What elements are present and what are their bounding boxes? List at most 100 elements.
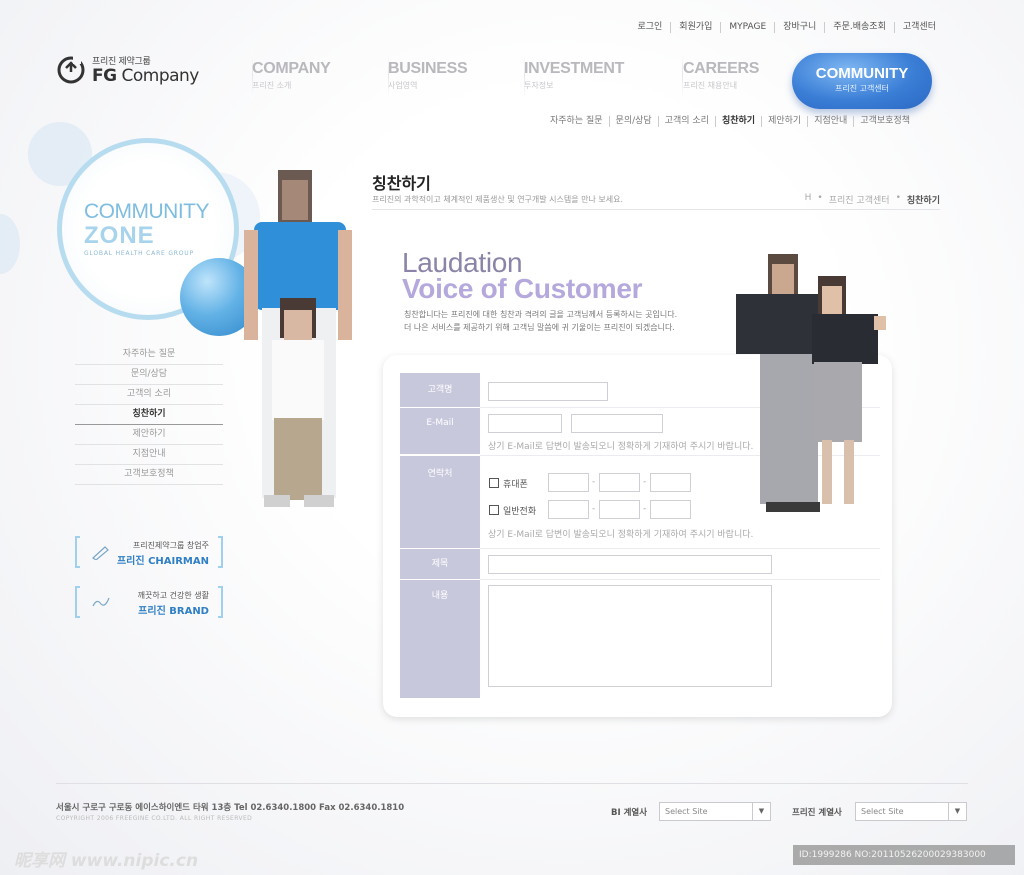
page-title: 칭찬하기 <box>372 174 431 193</box>
footer-address: 서울시 구로구 구로동 에이스하이엔드 타워 13층 Tel 02.6340.1… <box>56 803 405 813</box>
nav-label: INVESTMENT <box>524 60 625 77</box>
nav-label: COMPANY <box>252 60 331 77</box>
row-divider <box>480 548 880 549</box>
nav-sublabel: 프리진 고객센터 <box>834 84 890 93</box>
phone-hint: 상기 E-Mail로 답변이 발송되오니 정확하게 기재하여 주시기 바랍니다. <box>488 530 754 540</box>
phone-checkbox[interactable] <box>489 505 499 515</box>
mobile-checkbox[interactable] <box>489 478 499 488</box>
left-menu-faq[interactable]: 자주하는 질문 <box>75 345 223 365</box>
breadcrumb-item[interactable]: 프리진 고객센터 <box>829 193 890 206</box>
watermark-left: 昵享网 www.nipic.cn <box>14 851 199 871</box>
content-textarea[interactable] <box>488 585 772 687</box>
intro-text: 더 나은 서비스를 제공하기 위해 고객님 말씀에 귀 기울이는 프리진이 되겠… <box>404 323 675 332</box>
banner-line2: 프리진 BRAND <box>138 606 209 617</box>
select-value: Select Site <box>861 807 904 816</box>
subnav-faq[interactable]: 자주하는 질문 <box>544 116 609 127</box>
pen-icon <box>92 546 109 560</box>
mypage-link[interactable]: MYPAGE <box>720 22 774 33</box>
banner-bracket <box>218 586 223 618</box>
zone-title-2: ZONE <box>84 222 155 249</box>
nav-community[interactable]: COMMUNITY 프리진 고객센터 <box>792 53 932 109</box>
business-couple-photo <box>736 254 886 512</box>
dash-separator: - <box>592 504 596 514</box>
label-name: 고객명 <box>400 373 480 407</box>
nav-sublabel: 프리진 채용안내 <box>683 81 738 90</box>
subnav-inquiry[interactable]: 문의/상담 <box>608 116 658 127</box>
sub-navigation: 자주하는 질문 문의/상담 고객의 소리 칭찬하기 제안하기 지점안내 고객보호… <box>544 116 916 127</box>
nav-careers[interactable]: CAREERS 프리진 채용안내 <box>683 60 759 91</box>
select-value: Select Site <box>665 807 708 816</box>
mobile-part2-input[interactable] <box>599 473 640 492</box>
page-description: 프리진의 과학적이고 체계적인 제품생산 및 연구개발 시스템을 만나 보세요. <box>372 195 624 204</box>
subnav-branch[interactable]: 지점안내 <box>807 116 853 127</box>
label-email: E-Mail <box>400 408 480 454</box>
bi-family-select[interactable]: Select Site ▼ <box>659 802 771 821</box>
subnav-privacy[interactable]: 고객보호정책 <box>853 116 916 127</box>
logo-cycle-icon <box>57 55 85 83</box>
brand-banner[interactable]: 깨끗하고 건강한 생활 프리진 BRAND <box>75 586 223 618</box>
freegine-family-select[interactable]: Select Site ▼ <box>855 802 967 821</box>
left-menu-suggest[interactable]: 제안하기 <box>75 425 223 445</box>
left-menu-voice[interactable]: 고객의 소리 <box>75 385 223 405</box>
name-input[interactable] <box>488 382 608 401</box>
breadcrumb-separator: • <box>817 193 823 203</box>
order-tracking-link[interactable]: 주문.배송조회 <box>824 22 894 33</box>
dash-separator: - <box>643 504 647 514</box>
watermark-right: ID:1999286 NO:20110526200029383000 <box>793 845 1015 865</box>
cart-link[interactable]: 장바구니 <box>774 22 824 33</box>
breadcrumb-separator: • <box>895 193 901 203</box>
nav-business[interactable]: BUSINESS 사업영역 <box>388 60 468 91</box>
phone-part3-input[interactable] <box>650 500 691 519</box>
breadcrumb-current: 칭찬하기 <box>906 196 940 206</box>
subnav-suggest[interactable]: 제안하기 <box>761 116 807 127</box>
phone-part2-input[interactable] <box>599 500 640 519</box>
footer-divider <box>56 783 968 784</box>
zone-title: COMMUNITY <box>84 200 210 223</box>
top-utility-menu: 로그인 회원가입 MYPAGE 장바구니 주문.배송조회 고객센터 <box>629 22 944 33</box>
nav-label: BUSINESS <box>388 60 468 77</box>
zone-subtitle: GLOBAL HEALTH CARE GROUP <box>84 250 194 257</box>
nav-sublabel: 투자정보 <box>524 81 554 90</box>
customer-center-link[interactable]: 고객센터 <box>893 22 944 33</box>
mobile-part3-input[interactable] <box>650 473 691 492</box>
banner-bracket <box>75 586 80 618</box>
nav-sublabel: 프리진 소개 <box>252 81 292 90</box>
dash-separator: - <box>592 477 596 487</box>
logo[interactable]: 프리진 제약그룹 FG Company <box>56 54 199 85</box>
row-divider <box>480 579 880 580</box>
left-menu-praise[interactable]: 칭찬하기 <box>75 405 223 425</box>
nav-company[interactable]: COMPANY 프리진 소개 <box>252 60 331 91</box>
join-link[interactable]: 회원가입 <box>670 22 720 33</box>
phone-part1-input[interactable] <box>548 500 589 519</box>
left-menu: 자주하는 질문 문의/상담 고객의 소리 칭찬하기 제안하기 지점안내 고객보호… <box>75 345 223 485</box>
subnav-praise[interactable]: 칭찬하기 <box>714 116 761 127</box>
mobile-label: 휴대폰 <box>503 480 528 490</box>
label-contact: 연락처 <box>400 456 480 548</box>
chairman-banner[interactable]: 프리진제약그룹 창업주 프리진 CHAIRMAN <box>75 536 223 568</box>
mobile-part1-input[interactable] <box>548 473 589 492</box>
nav-sublabel: 사업영역 <box>388 81 418 90</box>
chevron-down-icon: ▼ <box>752 803 770 820</box>
banner-bracket <box>218 536 223 568</box>
label-content: 내용 <box>400 580 480 698</box>
man-and-child-photo <box>244 170 352 507</box>
breadcrumb-home[interactable]: H <box>805 193 812 206</box>
bi-family-label: BI 계열사 <box>611 808 648 818</box>
title-divider <box>372 209 940 210</box>
login-link[interactable]: 로그인 <box>629 22 670 33</box>
banner-line1: 깨끗하고 건강한 생활 <box>137 591 209 600</box>
email-id-input[interactable] <box>488 414 562 433</box>
email-domain-input[interactable] <box>571 414 663 433</box>
left-menu-inquiry[interactable]: 문의/상담 <box>75 365 223 385</box>
left-menu-branch[interactable]: 지점안내 <box>75 445 223 465</box>
breadcrumb: H • 프리진 고객센터 • 칭찬하기 <box>805 193 940 206</box>
freegine-family-label: 프리진 계열사 <box>792 808 842 818</box>
subject-input[interactable] <box>488 555 772 574</box>
nav-investment[interactable]: INVESTMENT 투자정보 <box>524 60 624 91</box>
left-menu-privacy[interactable]: 고객보호정책 <box>75 465 223 485</box>
voc-heading: Voice of Customer <box>402 273 643 304</box>
subnav-voice[interactable]: 고객의 소리 <box>657 116 715 127</box>
label-subject: 제목 <box>400 549 480 579</box>
banner-bracket <box>75 536 80 568</box>
chevron-down-icon: ▼ <box>948 803 966 820</box>
